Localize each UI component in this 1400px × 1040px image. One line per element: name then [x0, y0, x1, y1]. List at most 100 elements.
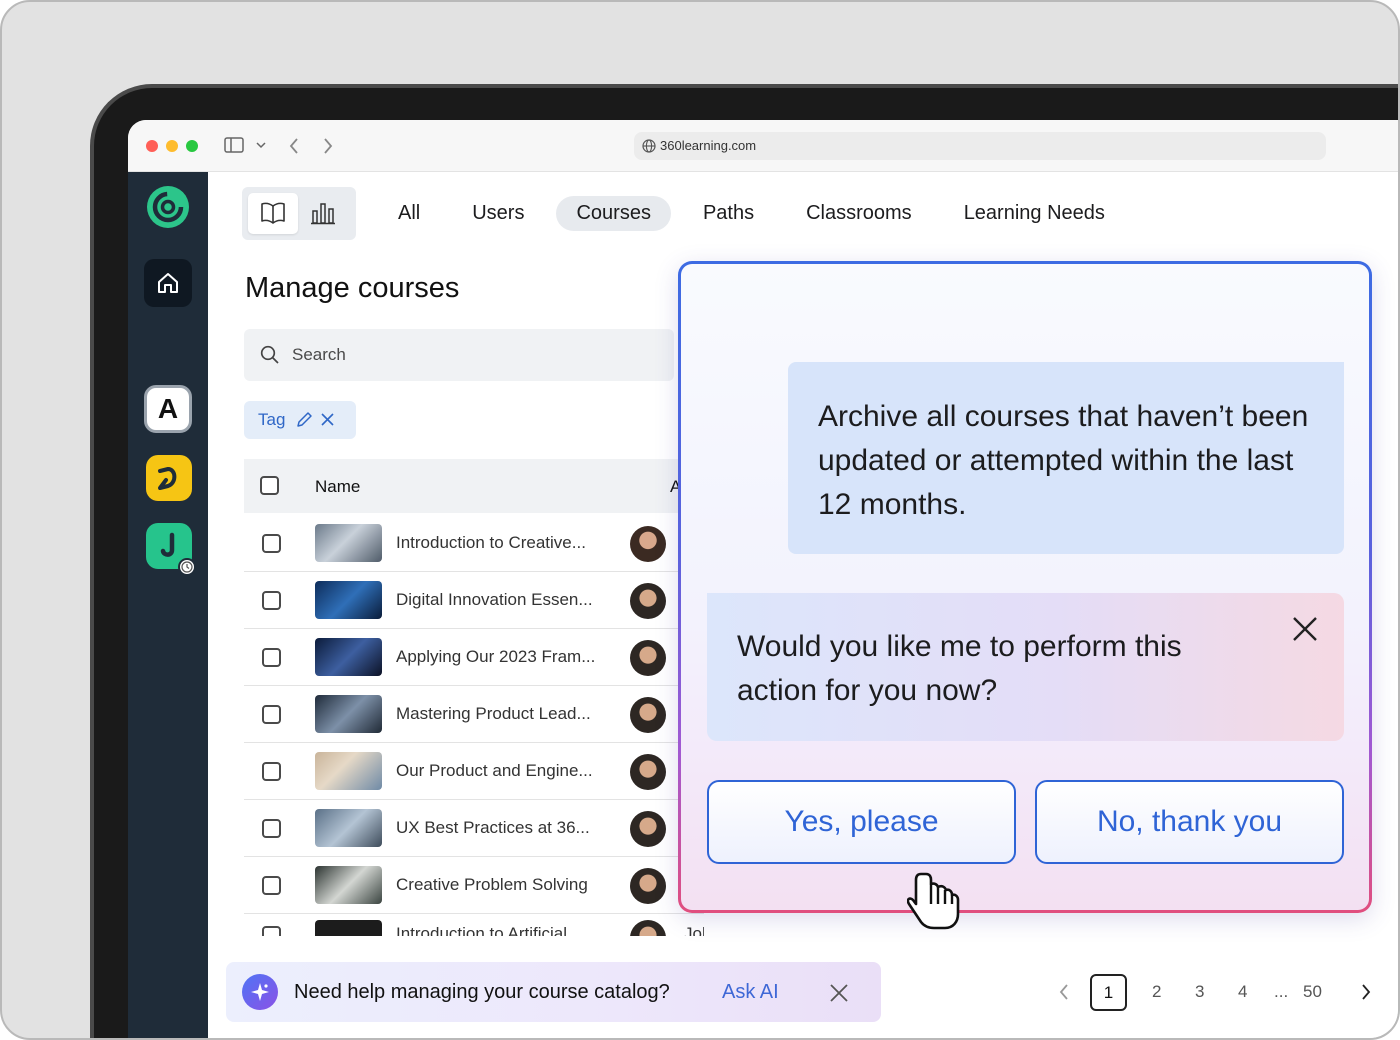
app-logo-yellow-icon: [158, 467, 177, 490]
tab-classrooms[interactable]: Classrooms: [786, 196, 932, 231]
window-zoom-dot[interactable]: [186, 140, 198, 152]
ai-assistant-panel: Archive all courses that haven’t been up…: [678, 261, 1372, 913]
ai-panel-body: Archive all courses that haven’t been up…: [681, 264, 1369, 910]
row-checkbox[interactable]: [262, 591, 281, 610]
row-checkbox[interactable]: [262, 876, 281, 895]
assistant-message-bubble: Would you like me to perform this action…: [707, 593, 1344, 741]
table-row[interactable]: Applying Our 2023 Fram...: [244, 629, 704, 686]
page-current[interactable]: 1: [1090, 974, 1127, 1011]
nav-home-button[interactable]: [144, 259, 192, 307]
user-message-bubble: Archive all courses that haven’t been up…: [788, 362, 1344, 554]
page-4[interactable]: 4: [1238, 982, 1247, 1002]
forward-arrow-icon[interactable]: [322, 137, 334, 155]
sparkle-icon: [251, 983, 269, 1001]
table-row[interactable]: Digital Innovation Essen...: [244, 572, 704, 629]
course-title[interactable]: Digital Innovation Essen...: [396, 590, 606, 610]
course-title[interactable]: Mastering Product Lead...: [396, 704, 606, 724]
no-thank-you-button[interactable]: No, thank you: [1035, 780, 1344, 864]
table-header: Name A: [244, 459, 704, 513]
close-icon[interactable]: [1291, 615, 1319, 643]
row-checkbox[interactable]: [262, 819, 281, 838]
page-last[interactable]: 50: [1303, 982, 1322, 1002]
table-row[interactable]: Introduction to Artificial... John Doe: [244, 914, 704, 936]
tab-all[interactable]: All: [378, 196, 440, 231]
hand-pointer-icon: [907, 872, 960, 930]
table-row[interactable]: UX Best Practices at 36...: [244, 800, 704, 857]
browser-toolbar: 360learning.com: [128, 120, 1398, 172]
back-arrow-icon[interactable]: [288, 137, 300, 155]
course-title[interactable]: Introduction to Artificial...: [396, 924, 606, 936]
course-thumbnail: [315, 809, 382, 847]
address-bar[interactable]: 360learning.com: [634, 132, 1326, 160]
author-avatar: [630, 583, 666, 619]
author-avatar: [630, 754, 666, 790]
course-title[interactable]: Our Product and Engine...: [396, 761, 606, 781]
assistant-message-text: Would you like me to perform this action…: [737, 630, 1182, 707]
course-title[interactable]: UX Best Practices at 36...: [396, 818, 606, 838]
course-thumbnail: [315, 866, 382, 904]
table-row[interactable]: Introduction to Creative...: [244, 515, 704, 572]
author-avatar: [630, 868, 666, 904]
user-message-text: Archive all courses that haven’t been up…: [818, 400, 1309, 521]
course-thumbnail: [315, 695, 382, 733]
tab-users[interactable]: Users: [452, 196, 544, 231]
row-checkbox[interactable]: [262, 648, 281, 667]
clock-badge-icon: [178, 558, 196, 576]
chevron-left-icon[interactable]: [1058, 983, 1070, 1001]
search-input[interactable]: Search: [244, 329, 674, 381]
analytics-bar-chart-icon[interactable]: [310, 201, 336, 225]
row-checkbox[interactable]: [262, 762, 281, 781]
pencil-icon[interactable]: [296, 411, 313, 428]
author-avatar: [630, 811, 666, 847]
chevron-down-icon[interactable]: [256, 141, 266, 149]
course-thumbnail: [315, 752, 382, 790]
top-tabs: All Users Courses Paths Classrooms Learn…: [378, 195, 1137, 231]
workspace-a-button[interactable]: A: [144, 385, 192, 433]
url-text: 360learning.com: [660, 138, 757, 153]
select-all-checkbox[interactable]: [260, 476, 279, 495]
page-title: Manage courses: [245, 272, 460, 304]
workspace-yellow-button[interactable]: [146, 455, 192, 501]
tab-courses[interactable]: Courses: [556, 195, 671, 231]
row-checkbox[interactable]: [262, 705, 281, 724]
close-icon[interactable]: [320, 412, 335, 427]
course-thumbnail: [315, 581, 382, 619]
view-switcher: [242, 187, 356, 240]
sidebar-toggle-icon[interactable]: [224, 137, 244, 153]
course-title[interactable]: Applying Our 2023 Fram...: [396, 647, 606, 667]
table-row[interactable]: Creative Problem Solving: [244, 857, 704, 914]
column-header-name[interactable]: Name: [315, 477, 360, 497]
chevron-right-icon[interactable]: [1360, 983, 1372, 1001]
page-ellipsis: ...: [1274, 982, 1289, 1001]
window-close-dot[interactable]: [146, 140, 158, 152]
tag-chip-label: Tag: [258, 410, 286, 429]
table-row[interactable]: Mastering Product Lead...: [244, 686, 704, 743]
ai-banner-text: Need help managing your course catalog?: [294, 981, 670, 1003]
course-title[interactable]: Introduction to Creative...: [396, 533, 606, 553]
author-avatar: [630, 526, 666, 562]
book-icon: [261, 202, 285, 224]
ai-avatar: [242, 974, 278, 1010]
search-icon: [260, 345, 279, 364]
author-avatar: [630, 920, 666, 936]
course-thumbnail: [315, 638, 382, 676]
row-checkbox[interactable]: [262, 926, 281, 936]
author-avatar: [630, 640, 666, 676]
row-checkbox[interactable]: [262, 534, 281, 553]
brand-logo-icon[interactable]: [147, 186, 189, 228]
app-sidebar: A: [128, 172, 208, 1038]
table-row[interactable]: Our Product and Engine...: [244, 743, 704, 800]
tab-learning-needs[interactable]: Learning Needs: [944, 196, 1125, 231]
tag-filter-chip[interactable]: Tag: [244, 401, 356, 439]
catalog-view-button[interactable]: [248, 193, 298, 234]
close-icon[interactable]: [830, 984, 848, 1002]
course-title[interactable]: Creative Problem Solving: [396, 875, 606, 895]
search-placeholder: Search: [292, 345, 346, 364]
page-3[interactable]: 3: [1195, 982, 1204, 1002]
course-thumbnail: [315, 524, 382, 562]
window-minimize-dot[interactable]: [166, 140, 178, 152]
tab-paths[interactable]: Paths: [683, 196, 774, 231]
page-2[interactable]: 2: [1152, 982, 1161, 1002]
yes-please-button[interactable]: Yes, please: [707, 780, 1016, 864]
ask-ai-link[interactable]: Ask AI: [722, 981, 779, 1004]
